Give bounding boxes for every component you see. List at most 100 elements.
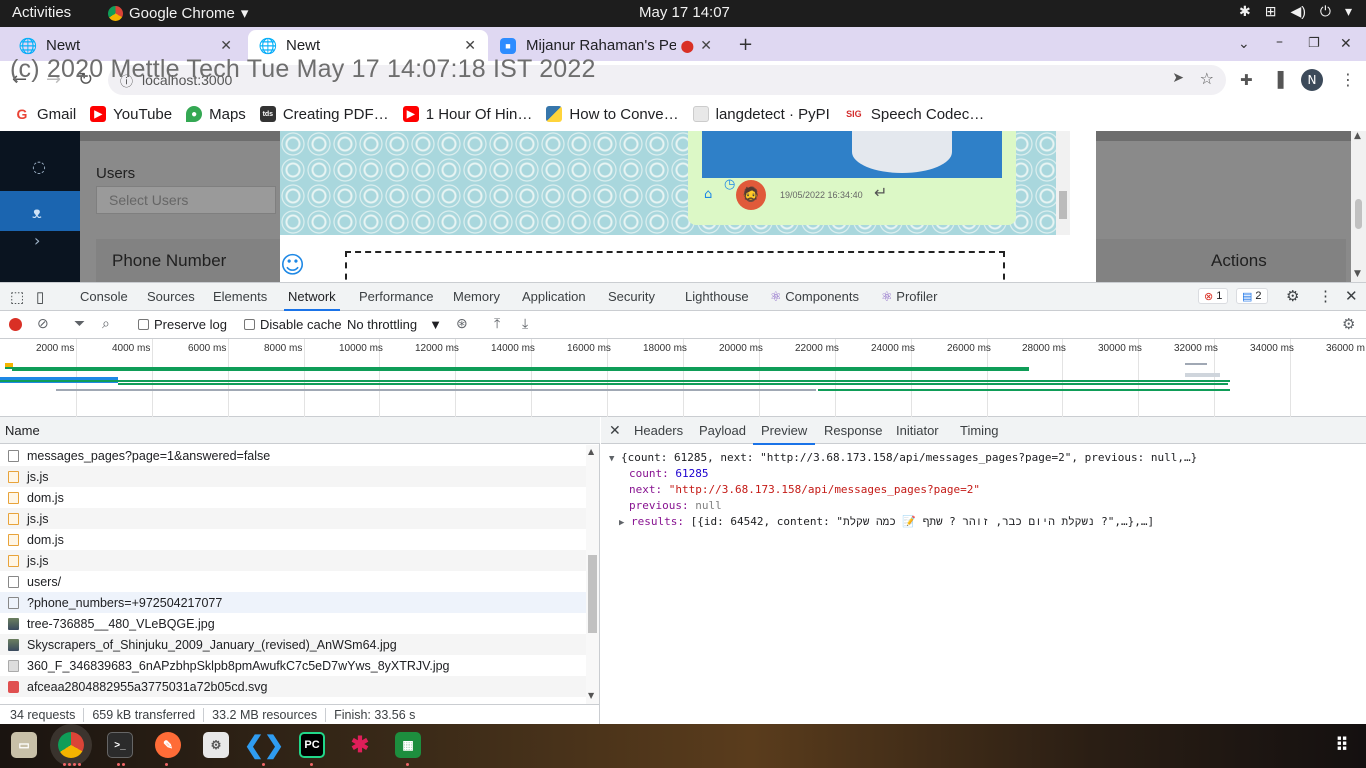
request-row[interactable]: dom.js — [0, 529, 586, 550]
tab-payload[interactable]: Payload — [699, 423, 746, 438]
tab-timing[interactable]: Timing — [960, 423, 999, 438]
export-har-icon[interactable]: ⤓ — [522, 315, 528, 332]
page-scrollbar[interactable]: ▲ ▼ — [1351, 131, 1366, 282]
tab-security[interactable]: Security — [608, 289, 655, 304]
request-row[interactable]: js.js — [0, 508, 586, 529]
tab-lighthouse[interactable]: Lighthouse — [685, 289, 749, 304]
record-icon[interactable] — [9, 318, 22, 331]
clear-icon[interactable]: ⊘ — [37, 315, 49, 332]
app-menu[interactable]: Google Chrome ▾ — [108, 4, 248, 22]
preserve-log-checkbox[interactable]: Preserve log — [138, 317, 227, 332]
message-input[interactable] — [345, 251, 1005, 282]
terminal-icon[interactable]: >_ — [107, 732, 133, 758]
request-row[interactable]: js.js — [0, 550, 586, 571]
request-row[interactable]: ?phone_numbers=+972504217077 — [0, 592, 586, 613]
network-settings-gear-icon[interactable]: ⚙ — [1342, 315, 1355, 333]
tab-preview[interactable]: Preview — [752, 423, 816, 445]
filter-icon[interactable]: ⏷ — [74, 315, 85, 332]
tab-components[interactable]: ⚛ Components — [770, 289, 859, 305]
chat-icon[interactable]: ◌ — [32, 157, 46, 176]
expand-arrow-icon[interactable]: ▶ — [619, 518, 624, 528]
scroll-down-icon[interactable]: ▼ — [1354, 269, 1361, 279]
checkbox[interactable] — [138, 319, 149, 330]
close-tab-icon[interactable]: ✕ — [464, 37, 476, 54]
import-har-icon[interactable]: ⤒ — [494, 315, 500, 332]
bookmark-star-icon[interactable]: ☆ — [1200, 69, 1214, 88]
tab-application[interactable]: Application — [522, 289, 586, 304]
scrollbar-thumb[interactable] — [1355, 199, 1362, 229]
tab-performance[interactable]: Performance — [359, 289, 433, 304]
more-options-icon[interactable]: ⋮ — [1318, 287, 1333, 305]
json-root[interactable]: ▼ {count: 61285, next: "http://3.68.173.… — [609, 451, 1197, 464]
scroll-up-icon[interactable]: ▲ — [1354, 131, 1361, 141]
name-column-header[interactable]: Name — [0, 417, 600, 444]
bookmark-maps[interactable]: ● Maps — [186, 106, 246, 123]
errors-badge[interactable]: ⊗ 1 — [1198, 288, 1229, 304]
chevron-right-icon[interactable]: › — [34, 231, 40, 250]
scroll-down-icon[interactable]: ▼ — [588, 691, 594, 700]
close-detail-icon[interactable]: ✕ — [609, 422, 621, 439]
disable-cache-checkbox[interactable]: Disable cache — [244, 317, 342, 332]
vscode-icon[interactable]: ❮❯ — [244, 732, 284, 759]
settings-gear-icon[interactable]: ⚙ — [1286, 287, 1299, 305]
request-row[interactable]: messages_pages?page=1&answered=false — [0, 445, 586, 466]
bookmark-youtube[interactable]: ▶ YouTube — [90, 106, 172, 123]
request-list-scrollbar[interactable]: ▲ ▼ — [586, 445, 599, 704]
inspect-element-icon[interactable]: ⬚ — [10, 288, 24, 306]
bookmark-gmail[interactable]: G Gmail — [14, 106, 76, 123]
slack-icon[interactable]: ✱ — [347, 732, 373, 758]
tab-headers[interactable]: Headers — [634, 423, 683, 438]
tab-console[interactable]: Console — [80, 289, 128, 304]
select-users-dropdown[interactable]: Select Users — [96, 186, 276, 214]
request-row[interactable]: Skyscrapers_of_Shinjuku_2009_January_(re… — [0, 634, 586, 655]
files-icon[interactable]: ▭ — [11, 732, 37, 758]
scrollbar-thumb[interactable] — [588, 555, 597, 633]
new-tab-button[interactable]: + — [738, 34, 753, 55]
close-devtools-icon[interactable]: ✕ — [1345, 287, 1358, 305]
chrome-icon[interactable] — [58, 732, 84, 758]
tab-profiler[interactable]: ⚛ Profiler — [881, 289, 937, 305]
search-icon[interactable]: ⌕ — [102, 315, 110, 332]
bookmark-how-to-convert[interactable]: How to Conve… — [546, 106, 679, 123]
tab-initiator[interactable]: Initiator — [896, 423, 939, 438]
activities-button[interactable]: Activities — [12, 4, 71, 21]
chat-scrollbar[interactable] — [1056, 131, 1070, 235]
tab-elements[interactable]: Elements — [213, 289, 267, 304]
clock[interactable]: May 17 14:07 — [639, 4, 730, 21]
scroll-up-icon[interactable]: ▲ — [588, 447, 594, 456]
emoji-icon[interactable]: ☺ — [280, 251, 305, 279]
bookmark-langdetect[interactable]: langdetect · PyPI — [692, 106, 830, 123]
minimize-icon[interactable]: – — [1276, 34, 1283, 50]
tab-memory[interactable]: Memory — [453, 289, 500, 304]
bookmark-creating-pdf[interactable]: tds Creating PDF… — [259, 106, 389, 123]
request-row[interactable]: tree-736885__480_VLeBQGE.jpg — [0, 613, 586, 634]
tab-response[interactable]: Response — [824, 423, 883, 438]
side-panel-icon[interactable]: ▐ — [1272, 71, 1284, 89]
postman-icon[interactable]: ✎ — [155, 732, 181, 758]
tab-network[interactable]: Network — [284, 289, 340, 311]
maximize-icon[interactable]: ❐ — [1308, 36, 1320, 51]
request-row[interactable]: afceaa2804882955a3775031a72b05cd.svg — [0, 676, 586, 697]
network-conditions-icon[interactable]: ⊛ — [456, 315, 468, 332]
messages-badge[interactable]: ▤ 2 — [1236, 288, 1268, 304]
settings-app-icon[interactable]: ⚙ — [203, 732, 229, 758]
tab-search-icon[interactable]: ⌄ — [1238, 36, 1250, 52]
request-row[interactable]: dom.js — [0, 487, 586, 508]
network-overview-timeline[interactable]: 2000 ms 4000 ms 6000 ms 8000 ms 10000 ms 1200… — [0, 339, 1366, 417]
tab-sources[interactable]: Sources — [147, 289, 195, 304]
close-window-icon[interactable]: ✕ — [1340, 36, 1352, 52]
spreadsheet-icon[interactable]: ▦ — [395, 732, 421, 758]
tag-icon[interactable]: ⌂ — [704, 187, 712, 202]
send-icon[interactable]: ➤ — [1172, 70, 1184, 86]
request-row[interactable]: js.js — [0, 466, 586, 487]
json-results[interactable]: ▶ results: [{id: 64542, content: "נשקלת … — [619, 515, 1154, 529]
pycharm-icon[interactable]: PC — [299, 732, 325, 758]
message-image[interactable] — [702, 131, 1002, 178]
menu-kebab-icon[interactable]: ⋮ — [1340, 70, 1356, 89]
slack-tray-icon[interactable]: ✱ — [1239, 3, 1251, 20]
checkbox[interactable] — [244, 319, 255, 330]
system-tray[interactable]: ✱ ⊞ ◀) ⏻ ▾ — [1239, 3, 1352, 20]
bookmark-1-hour[interactable]: ▶ 1 Hour Of Hin… — [402, 106, 532, 123]
expand-arrow-icon[interactable]: ▼ — [609, 454, 614, 464]
request-row[interactable]: 360_F_346839683_6nAPzbhpSklpb8pmAwufkC7c… — [0, 655, 586, 676]
